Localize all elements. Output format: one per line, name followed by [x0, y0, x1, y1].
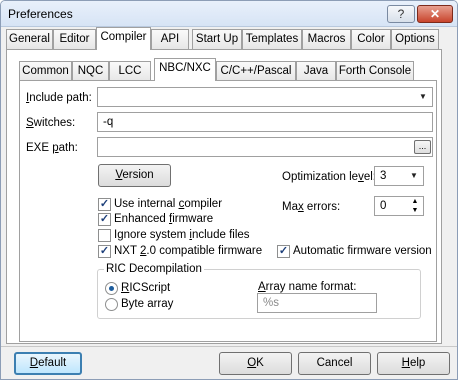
cb0-post: ompiler [184, 198, 223, 210]
default-button[interactable]: Default [14, 352, 82, 375]
version-button[interactable]: Version [98, 164, 171, 187]
subtab-java[interactable]: Java [296, 61, 336, 81]
switches-label-mnemonic: S [26, 117, 34, 129]
subtab-common[interactable]: Common [19, 61, 72, 81]
help-title-button[interactable]: ? [387, 5, 415, 23]
subtab-nqc[interactable]: NQC [72, 61, 109, 81]
include-path-label: Include path: [26, 92, 92, 104]
cb0-pre: Use internal [114, 198, 179, 210]
exe-path-label-post: ath: [58, 142, 78, 154]
exe-path-input[interactable] [97, 137, 433, 157]
switches-label-text: witches: [33, 117, 76, 129]
title-bar: Preferences ? ✕ [1, 1, 457, 27]
close-button[interactable]: ✕ [417, 5, 453, 23]
tab-start-up[interactable]: Start Up [192, 29, 242, 49]
nxt2-compatible-checkbox[interactable]: ✓ [98, 245, 111, 258]
window-title: Preferences [8, 7, 73, 21]
tab-templates[interactable]: Templates [242, 29, 302, 49]
automatic-firmware-version-label: Automatic firmware version [293, 245, 432, 257]
cb2-pre: Ignore system [114, 229, 190, 241]
max-errors-spinner[interactable]: 0 ▲ ▼ [374, 196, 424, 216]
max-errors-label-post: errors: [303, 201, 341, 213]
cancel-button[interactable]: Cancel [298, 352, 371, 375]
switches-label: Switches: [26, 117, 75, 129]
tab-compiler[interactable]: Compiler [96, 27, 151, 50]
spin-down-icon[interactable]: ▼ [412, 207, 419, 214]
opt-level-label-pre: Optimization le [282, 171, 359, 183]
max-errors-value: 0 [380, 200, 387, 212]
ric-post: ICScript [129, 282, 171, 294]
exe-path-label-pre: EXE [26, 142, 53, 154]
radio-selected-dot [109, 286, 114, 291]
help-mnemonic: H [401, 357, 410, 369]
help-button[interactable]: Help [377, 352, 450, 375]
default-mnemonic: D [29, 357, 39, 369]
subtab-forth-console[interactable]: Forth Console [336, 61, 414, 81]
subtab-nbc-nxc[interactable]: NBC/NXC [154, 58, 216, 81]
ignore-system-include-label: Ignore system include files [114, 229, 250, 241]
chevron-down-icon[interactable]: ▼ [416, 90, 430, 104]
preferences-window: Preferences ? ✕ General Editor Compiler … [0, 0, 458, 380]
version-label-post: ersion [122, 169, 154, 181]
footer-divider [1, 346, 457, 347]
arr-post: rray name format: [265, 281, 357, 293]
cb3-post: .0 compatible firmware [146, 245, 263, 257]
ric-decompilation-title: RIC Decompilation [104, 263, 204, 275]
byte-array-label: Byte array [121, 298, 174, 310]
enhanced-firmware-checkbox[interactable]: ✓ [98, 213, 111, 226]
tab-color[interactable]: Color [351, 29, 391, 49]
spinner-arrows[interactable]: ▲ ▼ [408, 197, 422, 217]
tab-general[interactable]: General [6, 29, 53, 49]
exe-path-label: EXE path: [26, 142, 78, 154]
optimization-level-label: Optimization level: [282, 171, 376, 183]
ignore-system-include-checkbox[interactable] [98, 229, 111, 242]
ricscript-radio[interactable] [105, 282, 118, 295]
tab-editor[interactable]: Editor [53, 29, 96, 49]
help-post: elp [409, 357, 426, 369]
cb1-post: irmware [172, 213, 214, 225]
optimization-level-value: 3 [380, 170, 387, 182]
browse-button[interactable]: ... [414, 140, 431, 154]
max-errors-label-pre: Ma [282, 201, 298, 213]
cb1-pre: Enhanced [114, 213, 169, 225]
optimization-level-select[interactable]: 3 ▼ [374, 166, 424, 186]
chevron-down-icon[interactable]: ▼ [407, 169, 421, 183]
default-post: efault [38, 357, 67, 369]
array-name-format-input[interactable]: %s [257, 293, 377, 313]
array-name-format-label: Array name format: [258, 281, 356, 293]
include-path-label-text: nclude path: [29, 92, 92, 104]
automatic-firmware-version-checkbox[interactable]: ✓ [277, 245, 290, 258]
nxt2-compatible-label: NXT 2.0 compatible firmware [114, 245, 262, 257]
cb2-post: nclude files [191, 229, 250, 241]
byte-array-radio[interactable] [105, 298, 118, 311]
use-internal-compiler-label: Use internal compiler [114, 198, 222, 210]
arr-mnemonic: A [258, 281, 266, 293]
ok-button[interactable]: OK [219, 352, 292, 375]
tab-api[interactable]: API [151, 29, 189, 49]
tab-options[interactable]: Options [391, 29, 439, 49]
tab-macros[interactable]: Macros [302, 29, 351, 49]
ok-post: K [256, 357, 264, 369]
include-path-combobox[interactable]: ▼ [97, 87, 433, 107]
enhanced-firmware-label: Enhanced firmware [114, 213, 213, 225]
switches-input[interactable]: -q [97, 112, 433, 132]
subtab-lcc[interactable]: LCC [109, 61, 151, 81]
cb3-pre: NXT [114, 245, 140, 257]
max-errors-label: Max errors: [282, 201, 340, 213]
use-internal-compiler-checkbox[interactable]: ✓ [98, 198, 111, 211]
ok-mnemonic: O [247, 357, 257, 369]
spin-up-icon[interactable]: ▲ [412, 198, 419, 205]
ricscript-label: RICScript [121, 282, 170, 294]
subtab-c-cpp-pascal[interactable]: C/C++/Pascal [216, 61, 296, 81]
